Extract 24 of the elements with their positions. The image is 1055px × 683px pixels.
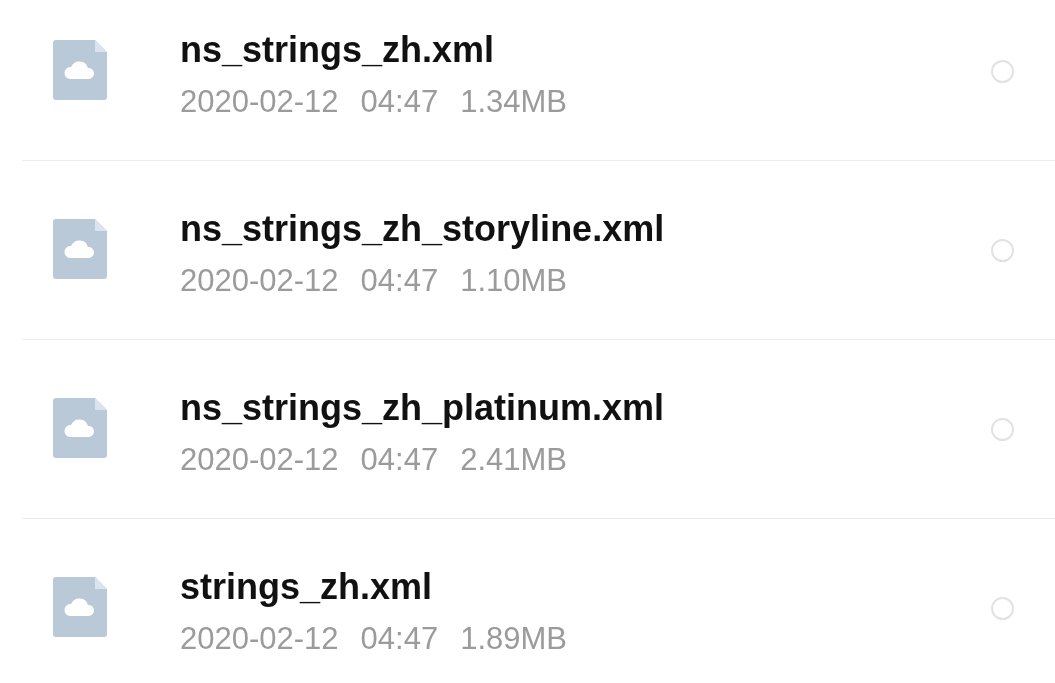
radio-button[interactable]	[991, 417, 1014, 441]
radio-button[interactable]	[991, 59, 1014, 83]
file-time: 04:47	[360, 83, 439, 121]
file-name: strings_zh.xml	[180, 565, 433, 609]
cloud-file-icon	[53, 219, 107, 279]
file-size: 2.41MB	[460, 441, 567, 479]
file-time: 04:47	[360, 262, 439, 300]
file-name: ns_strings_zh_storyline.xml	[180, 207, 665, 251]
cloud-file-icon	[53, 577, 107, 637]
file-date: 2020-02-12	[180, 441, 339, 479]
cloud-file-icon	[53, 398, 107, 458]
file-time: 04:47	[360, 620, 439, 658]
radio-button[interactable]	[991, 238, 1014, 262]
file-name: ns_strings_zh_platinum.xml	[180, 386, 665, 430]
file-name: ns_strings_zh.xml	[180, 28, 495, 72]
file-time: 04:47	[360, 441, 439, 479]
cloud-file-icon	[53, 40, 107, 100]
file-size: 1.89MB	[460, 620, 567, 658]
file-size: 1.34MB	[460, 83, 567, 121]
file-date: 2020-02-12	[180, 620, 339, 658]
file-date: 2020-02-12	[180, 262, 339, 300]
radio-button[interactable]	[991, 597, 1014, 620]
file-size: 1.10MB	[460, 262, 567, 300]
file-date: 2020-02-12	[180, 83, 339, 121]
